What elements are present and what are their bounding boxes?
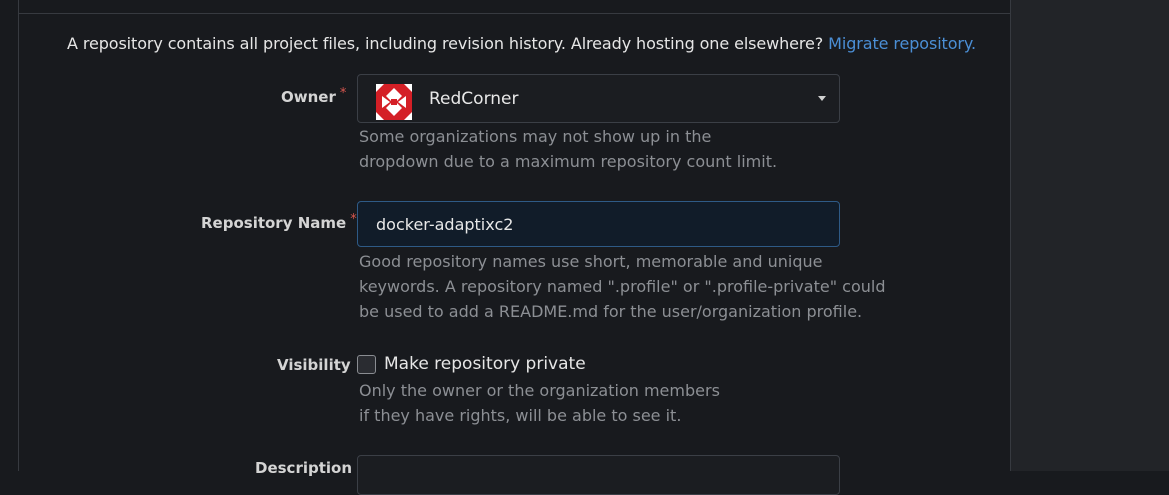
right-side-panel: [1010, 0, 1169, 471]
description-input[interactable]: [357, 455, 840, 495]
repository-name-label: Repository Name *: [201, 212, 357, 232]
private-checkbox-label[interactable]: Make repository private: [384, 354, 586, 374]
owner-help-text: Some organizations may not show up in th…: [359, 127, 778, 171]
description-label: Description: [255, 459, 353, 477]
visibility-label: Visibility: [277, 356, 351, 374]
repository-name-input[interactable]: [357, 201, 840, 247]
owner-label: Owner *: [281, 86, 347, 106]
intro-text: A repository contains all project files,…: [67, 34, 976, 53]
owner-dropdown[interactable]: RedCorner: [357, 74, 840, 123]
intro-description: A repository contains all project files,…: [67, 34, 824, 53]
owner-selected-value: RedCorner: [429, 89, 519, 109]
top-divider: [18, 13, 1011, 14]
required-marker: *: [350, 212, 357, 227]
chevron-down-icon: [818, 96, 826, 101]
visibility-help-text: Only the owner or the organization membe…: [359, 381, 720, 425]
private-checkbox[interactable]: [357, 355, 376, 374]
migrate-repository-link[interactable]: Migrate repository.: [828, 34, 976, 53]
redcorner-logo-icon: [376, 84, 412, 120]
required-marker: *: [339, 86, 347, 101]
repository-name-help-text: Good repository names use short, memorab…: [359, 252, 886, 321]
